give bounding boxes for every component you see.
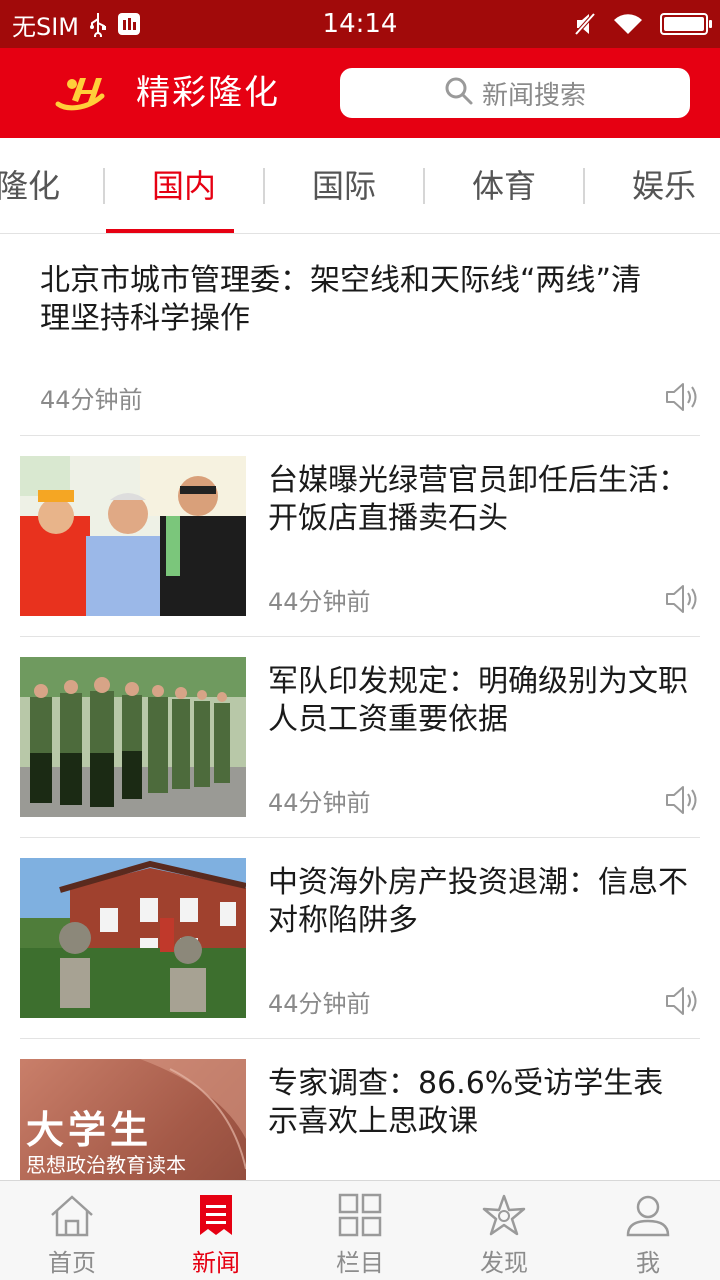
news-item[interactable]: 大学生 思想政治教育读本 专家调查：86.6%受访学生表示喜欢上思政课 <box>20 1039 700 1180</box>
mute-icon <box>574 12 596 36</box>
star-icon <box>480 1193 528 1239</box>
news-time: 44分钟前 <box>268 789 371 817</box>
app-logo-icon <box>52 70 108 116</box>
news-item[interactable]: 中资海外房产投资退潮：信息不对称陷阱多 44分钟前 <box>20 838 700 1039</box>
grid-icon <box>336 1193 384 1239</box>
news-item[interactable]: 台媒曝光绿营官员卸任后生活：开饭店直播卖石头 44分钟前 <box>20 436 700 637</box>
nav-label: 新闻 <box>192 1249 240 1277</box>
nav-home[interactable]: 首页 <box>0 1181 144 1280</box>
news-title: 专家调查：86.6%受访学生表示喜欢上思政课 <box>268 1066 664 1139</box>
speaker-icon[interactable] <box>664 984 700 1018</box>
speaker-icon[interactable] <box>664 582 700 616</box>
news-title: 军队印发规定：明确级别为文职人员工资重要依据 <box>268 664 688 737</box>
tab-sports[interactable]: 体育 <box>424 138 584 233</box>
news-thumbnail <box>20 456 246 616</box>
news-thumbnail <box>20 858 246 1018</box>
nav-label: 首页 <box>48 1249 96 1277</box>
bottom-nav: 首页 新闻 栏目 发现 我 <box>0 1180 720 1280</box>
news-time: 44分钟前 <box>268 990 371 1018</box>
search-icon <box>444 76 474 110</box>
nav-label: 栏目 <box>336 1249 384 1277</box>
user-icon <box>624 1193 672 1239</box>
tab-international[interactable]: 国际 <box>264 138 424 233</box>
news-thumbnail: 大学生 思想政治教育读本 <box>20 1059 246 1180</box>
news-icon <box>192 1193 240 1239</box>
thumbnail-subcaption: 思想政治教育读本 <box>26 1153 186 1177</box>
home-icon <box>48 1193 96 1239</box>
tab-entertainment[interactable]: 娱乐 <box>584 138 720 233</box>
news-title: 北京市城市管理委：架空线和天际线“两线”清理坚持科学操作 <box>40 263 642 336</box>
active-tab-indicator <box>106 229 234 233</box>
nav-label: 我 <box>636 1249 660 1277</box>
search-placeholder: 新闻搜索 <box>481 80 586 111</box>
battery-icon <box>660 13 712 35</box>
tab-longhua[interactable]: 隆化 <box>0 138 108 233</box>
status-right <box>574 0 712 48</box>
speaker-icon[interactable] <box>664 380 700 414</box>
battery-level <box>664 17 704 31</box>
nav-discover[interactable]: 发现 <box>432 1181 576 1280</box>
status-bar: 无SIM 14:14 <box>0 0 720 48</box>
nav-columns[interactable]: 栏目 <box>288 1181 432 1280</box>
search-input[interactable]: 新闻搜索 <box>340 68 690 118</box>
nav-label: 发现 <box>480 1249 528 1277</box>
news-time: 44分钟前 <box>268 588 371 616</box>
thumbnail-caption: 大学生 <box>26 1107 153 1152</box>
news-time: 44分钟前 <box>40 386 143 414</box>
category-tabs: 隆化 国内 国际 体育 娱乐 <box>0 138 720 234</box>
app-title: 精彩隆化 <box>136 73 280 113</box>
news-title: 中资海外房产投资退潮：信息不对称陷阱多 <box>268 865 688 938</box>
nav-news[interactable]: 新闻 <box>144 1181 288 1280</box>
wifi-icon <box>612 12 644 36</box>
speaker-icon[interactable] <box>664 783 700 817</box>
news-item[interactable]: 北京市城市管理委：架空线和天际线“两线”清理坚持科学操作 44分钟前 <box>20 234 700 436</box>
news-list: 北京市城市管理委：架空线和天际线“两线”清理坚持科学操作 44分钟前 台媒曝光绿… <box>0 234 720 1180</box>
news-thumbnail <box>20 657 246 817</box>
app-header: 精彩隆化 新闻搜索 <box>0 48 720 138</box>
tab-domestic[interactable]: 国内 <box>104 138 264 233</box>
nav-me[interactable]: 我 <box>576 1181 720 1280</box>
news-title: 台媒曝光绿营官员卸任后生活：开饭店直播卖石头 <box>268 463 688 536</box>
news-item[interactable]: 军队印发规定：明确级别为文职人员工资重要依据 44分钟前 <box>20 637 700 838</box>
